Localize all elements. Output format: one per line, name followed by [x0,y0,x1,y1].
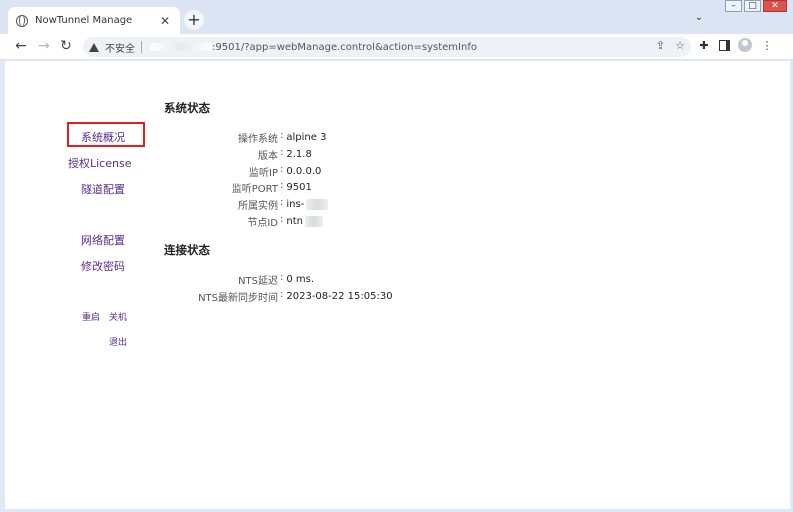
tab-search-icon[interactable]: ⌄ [692,12,706,26]
browser-tab[interactable]: NowTunnel Manage ✕ [8,7,180,34]
maximize-icon[interactable]: □ [744,0,761,12]
window-controls: – □ ✕ [725,0,787,12]
info-label: 监听IP [249,168,278,179]
info-label: 操作系统 [238,134,278,145]
globe-icon [16,14,28,27]
info-label: NTS最新同步时间 [198,293,278,304]
info-label: NTS延迟 [238,276,278,287]
info-label: 节点ID [247,218,278,229]
new-tab-button[interactable]: + [184,10,204,30]
info-row: 版本: 2.1.8 [164,147,312,162]
info-value: 0 ms. [286,274,315,285]
info-row: 所属实例: ins- [164,197,329,212]
close-window-icon[interactable]: ✕ [763,0,787,12]
share-icon[interactable]: ⇪ [656,39,665,52]
browser-toolbar: ← → ↻ 不安全 :9501/?app=webManage.control&a… [0,34,793,60]
browser-titlebar: NowTunnel Manage ✕ + ⌄ – □ ✕ [0,0,793,34]
page-body: 系统概况 授权License 隧道配置 网络配置 修改密码 重启 关机 退出 系… [5,61,790,509]
warning-icon [89,42,99,52]
divider [141,41,142,53]
info-value: ins- [286,199,305,210]
sidebar-item-license[interactable]: 授权License [68,155,131,171]
restart-link[interactable]: 重启 [82,310,100,323]
url-text[interactable]: :9501/?app=webManage.control&action=syst… [212,42,477,53]
reload-icon[interactable]: ↻ [57,37,75,55]
back-arrow-icon[interactable]: ← [12,37,30,55]
info-label: 版本 [258,151,278,162]
extensions-puzzle-icon[interactable]: ✚ [697,39,711,52]
redacted-value [306,199,329,210]
info-label: 监听PORT [231,184,278,195]
bookmark-star-icon[interactable]: ☆ [675,39,685,52]
info-label: 所属实例 [238,201,278,212]
forward-arrow-icon[interactable]: → [35,37,53,55]
redacted-host [150,43,212,51]
info-value: 9501 [286,182,312,193]
info-value: 2023-08-22 15:05:30 [286,291,393,302]
minimize-icon[interactable]: – [725,0,742,12]
info-row: NTS最新同步时间: 2023-08-22 15:05:30 [164,289,393,304]
sidebar: 系统概况 授权License 隧道配置 网络配置 修改密码 重启 关机 退出 [5,61,145,509]
shutdown-link[interactable]: 关机 [109,310,127,323]
side-panel-icon[interactable] [719,39,730,51]
connection-status-title: 连接状态 [164,243,210,257]
info-row: 节点ID: ntn [164,214,323,229]
info-value: ntn [286,216,303,227]
address-bar[interactable]: 不安全 :9501/?app=webManage.control&action=… [83,37,691,57]
sidebar-item-tunnel-config[interactable]: 隧道配置 [81,181,125,197]
system-status-title: 系统状态 [164,101,210,115]
logout-link[interactable]: 退出 [109,335,127,348]
menu-kebab-icon[interactable]: ⋮ [760,39,774,52]
info-row: 监听PORT: 9501 [164,180,312,195]
sidebar-item-system-overview[interactable]: 系统概况 [81,129,125,145]
tab-close-icon[interactable]: ✕ [158,14,172,28]
info-row: 监听IP: 0.0.0.0 [164,164,321,179]
sidebar-item-change-password[interactable]: 修改密码 [81,258,125,274]
info-value: 0.0.0.0 [286,166,322,177]
profile-avatar-icon[interactable] [738,38,752,52]
sidebar-item-network-config[interactable]: 网络配置 [81,232,125,248]
info-value: alpine 3 [286,132,327,143]
redacted-value [304,216,323,227]
security-label[interactable]: 不安全 [105,40,135,55]
info-row: NTS延迟: 0 ms. [164,272,314,287]
info-value: 2.1.8 [286,149,312,160]
info-row: 操作系统: alpine 3 [164,130,326,145]
tab-title: NowTunnel Manage [35,15,133,26]
